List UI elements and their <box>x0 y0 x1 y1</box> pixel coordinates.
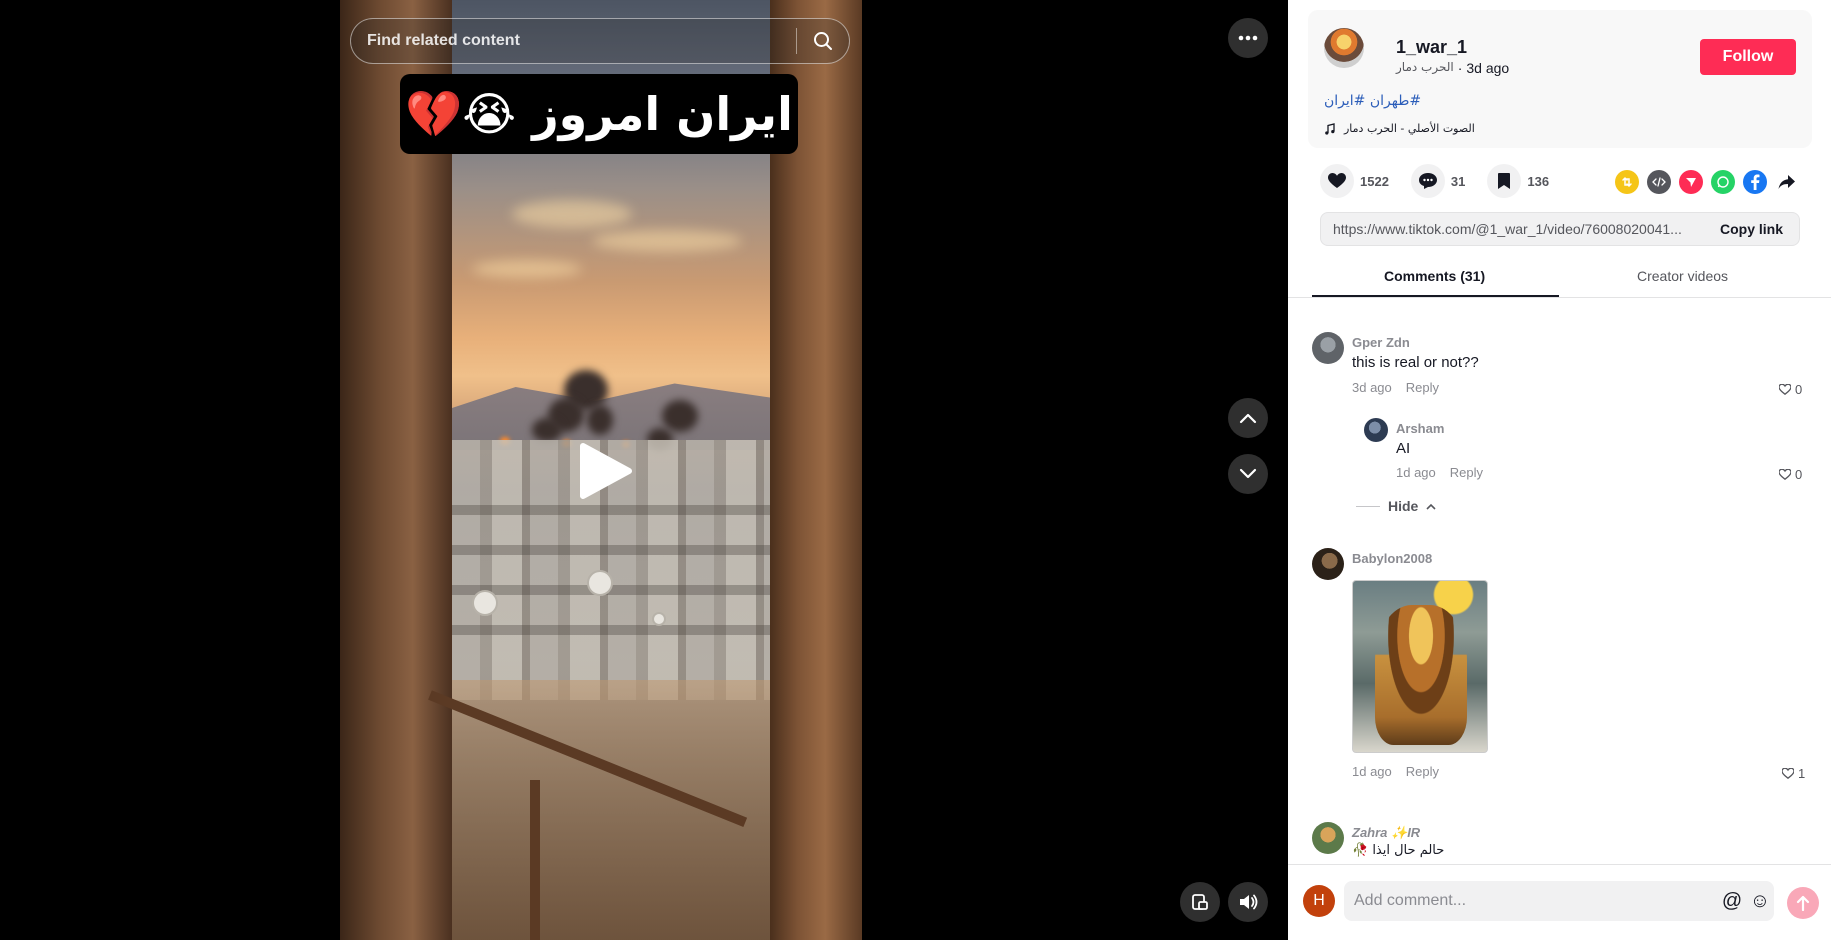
heart-outline-icon <box>1779 469 1791 480</box>
reply-button[interactable]: Reply <box>1406 764 1439 779</box>
copy-link-button[interactable]: Copy link <box>1704 221 1799 237</box>
comment-time: 3d ago <box>1352 380 1392 395</box>
details-panel: 1_war_1 الحرب دمار · 3d ago Follow #طهرا… <box>1288 0 1831 940</box>
post-comment-button[interactable] <box>1787 887 1819 919</box>
reply-avatar[interactable] <box>1364 418 1388 442</box>
save-count: 136 <box>1527 173 1550 189</box>
follow-button[interactable]: Follow <box>1700 39 1796 75</box>
post-time: 3d ago <box>1466 60 1510 76</box>
comment-composer: H Add comment... @ ☺ <box>1288 864 1831 940</box>
chevron-up-icon <box>1426 503 1436 510</box>
comment-tabs: Comments (31) Creator videos <box>1288 262 1831 298</box>
comment-image-lion[interactable] <box>1352 580 1488 753</box>
hide-replies-button[interactable]: Hide <box>1356 498 1436 514</box>
add-comment-placeholder: Add comment... <box>1354 892 1467 909</box>
music-title: الصوت الأصلي - الحرب دمار <box>1344 122 1475 135</box>
commenter-name[interactable]: Babylon2008 <box>1352 551 1432 566</box>
action-bar: 1522 31 136 <box>1320 164 1571 198</box>
reply-meta: 1d ago Reply <box>1396 465 1483 480</box>
chevron-up-icon <box>1239 413 1257 424</box>
play-icon[interactable] <box>575 440 635 502</box>
arrow-up-icon <box>1796 895 1810 911</box>
tab-creator-videos[interactable]: Creator videos <box>1637 268 1728 284</box>
commenter-name[interactable]: Gper Zdn <box>1352 335 1410 350</box>
reply-button[interactable]: Reply <box>1450 465 1483 480</box>
search-icon[interactable] <box>797 19 849 63</box>
post-info-card: 1_war_1 الحرب دمار · 3d ago Follow #طهرا… <box>1308 10 1812 148</box>
commenter-avatar[interactable] <box>1312 822 1344 854</box>
volume-icon <box>1240 894 1258 910</box>
author-separator: · <box>1457 60 1463 76</box>
reply-button[interactable]: Reply <box>1406 380 1439 395</box>
reply-like-count: 0 <box>1795 467 1803 482</box>
mention-icon[interactable]: @ <box>1718 887 1746 915</box>
music-note-icon <box>1325 122 1335 135</box>
active-tab-indicator <box>1312 295 1559 297</box>
comment-time: 1d ago <box>1352 764 1392 779</box>
comment-bubble-icon <box>1410 164 1445 198</box>
commenter-avatar[interactable] <box>1312 548 1344 580</box>
pip-icon <box>1192 894 1208 910</box>
author-nickname: الحرب دمار <box>1396 60 1454 74</box>
more-dots-icon <box>1238 35 1258 41</box>
comment-meta: 1d ago Reply <box>1352 764 1439 779</box>
volume-button[interactable] <box>1228 882 1268 922</box>
commenter-avatar[interactable] <box>1312 332 1344 364</box>
post-hashtags[interactable]: #طهران #ایران <box>1324 93 1421 109</box>
commenter-name[interactable]: Zahra ✨IR <box>1352 825 1420 841</box>
hide-label: Hide <box>1388 498 1419 514</box>
author-subline: الحرب دمار · 3d ago <box>1396 60 1509 76</box>
related-search-box[interactable]: Find related content <box>350 18 850 64</box>
comment-meta: 3d ago Reply <box>1352 380 1439 395</box>
comment-action[interactable]: 31 <box>1410 164 1466 198</box>
chevron-down-icon <box>1239 468 1257 479</box>
comment-like-button[interactable]: 1 <box>1782 766 1805 781</box>
share-arrow-icon[interactable] <box>1775 170 1799 194</box>
share-icons-row <box>1615 170 1799 194</box>
like-action[interactable]: 1522 <box>1320 164 1389 198</box>
video-caption: ایران امروز 😭💔 <box>400 74 798 154</box>
send-to-friends-icon[interactable] <box>1679 170 1703 194</box>
tab-comments[interactable]: Comments (31) <box>1384 268 1485 284</box>
video-stage: Find related content ایران امروز 😭💔 <box>0 0 1288 940</box>
emoji-icon[interactable]: ☺ <box>1746 887 1774 915</box>
heart-outline-icon <box>1779 384 1791 395</box>
picture-in-picture-button[interactable] <box>1180 882 1220 922</box>
comment-text: حالم حال ایذا 🥀 <box>1352 843 1445 858</box>
comment-like-count: 0 <box>1795 382 1803 397</box>
comment-like-count: 1 <box>1798 766 1806 781</box>
previous-video-button[interactable] <box>1228 398 1268 438</box>
next-video-button[interactable] <box>1228 454 1268 494</box>
current-user-avatar[interactable]: H <box>1303 885 1335 917</box>
embed-icon[interactable] <box>1647 170 1671 194</box>
hide-line <box>1356 505 1380 507</box>
save-action[interactable]: 136 <box>1487 164 1549 198</box>
more-options-button[interactable] <box>1228 18 1268 58</box>
reply-author-name[interactable]: Arsham <box>1396 421 1444 436</box>
comment-text: this is real or not?? <box>1352 354 1479 371</box>
reply-time: 1d ago <box>1396 465 1436 480</box>
comment-like-button[interactable]: 0 <box>1779 382 1802 397</box>
bookmark-icon <box>1487 164 1522 198</box>
video-link-box: https://www.tiktok.com/@1_war_1/video/76… <box>1320 212 1800 246</box>
author-username[interactable]: 1_war_1 <box>1396 37 1467 58</box>
video-link-url[interactable]: https://www.tiktok.com/@1_war_1/video/76… <box>1321 221 1704 237</box>
related-search-placeholder: Find related content <box>367 32 520 49</box>
heart-icon <box>1320 164 1354 198</box>
whatsapp-icon[interactable] <box>1711 170 1735 194</box>
balcony-post <box>530 780 540 940</box>
music-row[interactable]: الصوت الأصلي - الحرب دمار <box>1324 122 1475 135</box>
reply-like-button[interactable]: 0 <box>1779 467 1802 482</box>
heart-outline-icon <box>1782 768 1794 779</box>
like-count: 1522 <box>1360 173 1389 189</box>
facebook-icon[interactable] <box>1743 170 1767 194</box>
comment-list: Gper Zdn this is real or not?? 3d ago Re… <box>1288 300 1831 862</box>
author-avatar[interactable] <box>1324 28 1364 68</box>
comment-count: 31 <box>1450 173 1466 189</box>
repost-icon[interactable] <box>1615 170 1639 194</box>
reply-text: AI <box>1396 440 1411 457</box>
app-root: Find related content ایران امروز 😭💔 1_wa… <box>0 0 1831 940</box>
add-comment-input[interactable]: Add comment... @ ☺ <box>1344 881 1774 921</box>
